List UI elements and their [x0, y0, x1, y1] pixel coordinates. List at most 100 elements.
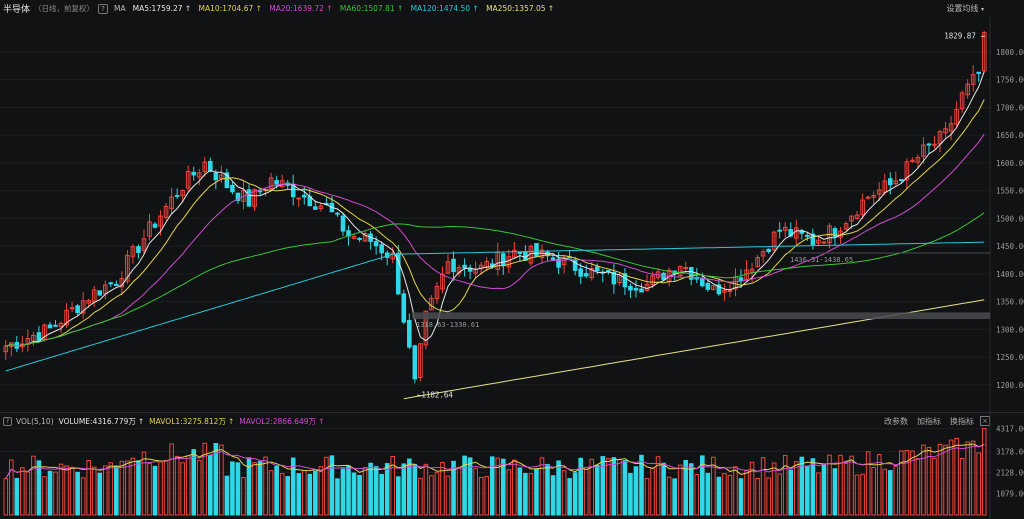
volume-bar [744, 470, 749, 516]
low-label: ←1182.64 [417, 390, 454, 399]
volume-bar [80, 477, 86, 516]
arrow-up-icon: ↑ [547, 4, 555, 13]
candle-body [75, 305, 80, 314]
candle-body [976, 71, 982, 74]
y-tick-label: 1250.00 [996, 353, 1024, 362]
volume-bar [633, 466, 639, 516]
volume-bar [733, 466, 738, 516]
volume-bar [346, 465, 351, 516]
volume-bar [583, 467, 589, 516]
ma60-line [5, 212, 985, 347]
volume-bar [915, 458, 921, 516]
volume-bar [970, 440, 976, 516]
candle-body [639, 288, 644, 293]
candle-body [583, 273, 589, 277]
high-label: 1829.87 → [944, 31, 985, 40]
candle-body [301, 194, 307, 198]
y-tick-label: 1350.00 [996, 298, 1024, 307]
ma-value-text: MA250:1357.05 [486, 4, 546, 13]
volume-bar [36, 460, 42, 516]
volume-bar [782, 455, 788, 516]
volume-bar [185, 455, 191, 516]
volume-bar [788, 469, 794, 516]
candle-body [777, 229, 782, 232]
candle-body [191, 171, 197, 176]
volume-bar [921, 444, 926, 516]
volume-bar [838, 454, 843, 516]
volume-bar [274, 465, 279, 516]
volume-bar [843, 462, 849, 516]
ma-value-1: MA5:1759.27 ↑ [133, 4, 192, 13]
volume-chart[interactable]: 4317.00 3178.00 2128.00 1079.00 [0, 413, 1024, 519]
volume-bar [395, 476, 401, 516]
candle-body [705, 282, 711, 290]
ma10-line [5, 99, 985, 347]
volume-bar [31, 455, 36, 516]
volume-bar [981, 428, 987, 516]
volume-bar [666, 476, 672, 516]
volume-bar [611, 457, 617, 516]
volume-bar [384, 463, 390, 516]
volume-bar [75, 471, 80, 516]
volume-bar [705, 472, 711, 516]
volume-bar [324, 456, 329, 516]
candle-body [550, 257, 556, 261]
volume-bar [401, 463, 407, 516]
volume-bar [335, 478, 340, 516]
candle-body [257, 190, 263, 193]
candle-body [451, 258, 456, 273]
indicator-header: 半导体 （日线，前复权） ? MA MA5:1759.27 ↑ MA10:1704.… [0, 0, 1024, 17]
candle-body [887, 178, 893, 186]
help-icon[interactable]: ? [98, 3, 109, 14]
volume-bar [285, 476, 290, 516]
ma-settings-button[interactable]: 设置均线 ▾ [946, 3, 984, 14]
candlestick-chart[interactable]: 1200.00 1250.00 1300.00 1350.00 1400.00 1450.… [0, 17, 1024, 413]
candle-body [53, 324, 58, 327]
volume-bar [539, 457, 545, 516]
volume-bar [362, 467, 368, 516]
ma-value-text: MA10:1704.67 [198, 4, 254, 13]
volume-bar [301, 470, 307, 516]
volume-bar [899, 450, 904, 516]
volume-bar [91, 466, 97, 516]
mavol2-line [5, 444, 985, 479]
volume-bar [650, 467, 655, 516]
volume-bar [854, 474, 860, 516]
volume-bar [69, 466, 75, 516]
ma-label[interactable]: MA [114, 4, 126, 13]
volume-bar [816, 472, 821, 516]
volume-bar [241, 477, 246, 516]
volume-bar [42, 476, 47, 516]
candle-body [865, 196, 871, 199]
candle-body [47, 324, 53, 329]
ma-values: MA5:1759.27 ↑ MA10:1704.67 ↑ MA20:1639.72 ↑ MA… [126, 4, 555, 13]
volume-bar [213, 442, 219, 516]
candle-body [340, 215, 346, 232]
security-title[interactable]: 半导体 [3, 2, 30, 15]
volume-bar [318, 466, 324, 516]
candle-body [407, 320, 412, 348]
volume-bar [965, 441, 970, 516]
candle-body [213, 172, 219, 181]
y-tick-label: 1600.00 [996, 159, 1024, 168]
candle-body [628, 285, 633, 291]
volume-bar [871, 466, 876, 516]
volume-bar [219, 444, 224, 516]
candle-body [534, 243, 539, 257]
volume-bar [727, 474, 733, 516]
volume-bar [534, 468, 539, 516]
volume-bar [296, 473, 302, 516]
candle-body [412, 345, 418, 380]
volume-bar [694, 473, 700, 516]
candle-body [335, 212, 340, 215]
candle-body [462, 264, 467, 269]
volume-bar [163, 459, 169, 516]
volume-bar [119, 460, 125, 516]
ma-value-6: MA250:1357.05 ↑ [486, 4, 554, 13]
candle-body [208, 161, 213, 172]
range-zone [412, 312, 991, 320]
volume-bar [114, 465, 119, 516]
volume-bar [600, 456, 606, 516]
volume-bar [158, 461, 163, 516]
volume-bar [478, 476, 484, 516]
